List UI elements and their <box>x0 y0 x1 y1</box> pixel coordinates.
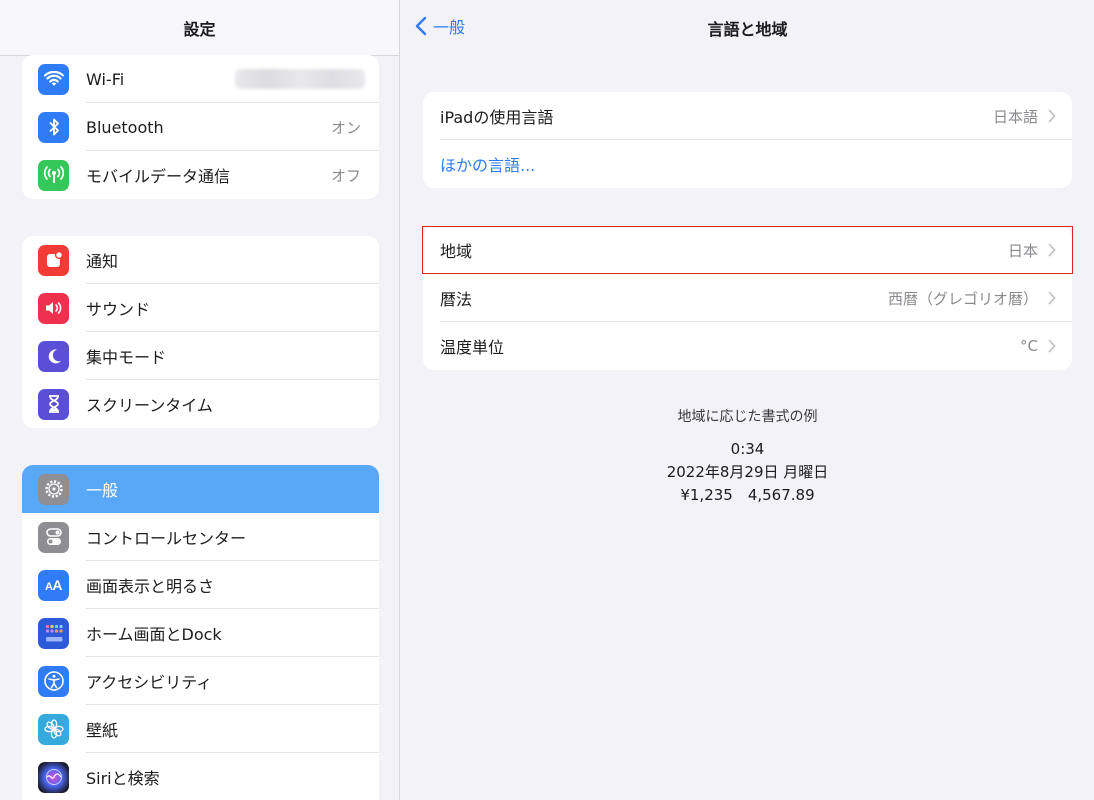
calendar-row[interactable]: 暦法 西暦（グレゴリオ暦） <box>423 274 1072 322</box>
flower-icon <box>38 713 69 745</box>
chevron-right-icon <box>1048 109 1056 123</box>
notification-icon <box>38 244 69 276</box>
row-label: 暦法 <box>440 290 473 309</box>
gear-icon <box>38 473 69 505</box>
toggles-icon <box>38 521 69 553</box>
sidebar-item-label: 通知 <box>86 252 119 271</box>
sidebar-item-accessibility[interactable]: アクセシビリティ <box>22 657 379 705</box>
sidebar-item-label: Wi-Fi <box>86 69 125 89</box>
chevron-left-icon <box>415 16 427 36</box>
back-button[interactable]: 一般 <box>415 14 465 38</box>
sidebar-item-label: 一般 <box>86 481 119 500</box>
navigation-bar: 一般 言語と地域 <box>401 0 1094 56</box>
text-size-icon: AA <box>38 569 69 601</box>
language-group: iPadの使用言語 日本語 ほかの言語... <box>423 92 1072 188</box>
sidebar-item-label: ホーム画面とDock <box>86 625 222 644</box>
sidebar-item-label: Bluetooth <box>86 117 164 137</box>
sidebar-item-notifications[interactable]: 通知 <box>22 236 379 284</box>
notifications-group: 通知 サウンド 集中モード スクリーンタイム <box>22 236 379 428</box>
connectivity-group: Wi-Fi Bluetooth オン モバイルデータ通信 オフ <box>22 55 379 199</box>
chevron-right-icon <box>1048 243 1056 257</box>
sidebar-item-label: スクリーンタイム <box>86 396 213 415</box>
region-group: 地域 日本 暦法 西暦（グレゴリオ暦） 温度単位 °C <box>422 226 1073 370</box>
siri-icon <box>38 761 69 793</box>
sidebar-item-wallpaper[interactable]: 壁紙 <box>22 705 379 753</box>
sidebar-item-label: 画面表示と明るさ <box>86 577 215 596</box>
sidebar-item-siri[interactable]: Siriと検索 <box>22 753 379 800</box>
cellular-icon <box>38 159 69 191</box>
sidebar-item-focus[interactable]: 集中モード <box>22 332 379 380</box>
sidebar-item-sounds[interactable]: サウンド <box>22 284 379 332</box>
bluetooth-status: オン <box>330 118 361 137</box>
chevron-right-icon <box>1048 339 1056 353</box>
example-date: 2022年8月29日 月曜日 <box>666 463 829 481</box>
row-label: 温度単位 <box>440 338 505 357</box>
general-group: 一般 コントロールセンター AA 画面表示と明るさ ホーム画面とDock アクセ… <box>22 465 379 800</box>
example-time: 0:34 <box>730 440 765 458</box>
sidebar-item-label: Siriと検索 <box>86 769 160 788</box>
row-value: °C <box>1020 337 1038 355</box>
row-label: iPadの使用言語 <box>440 108 554 127</box>
chevron-right-icon <box>1048 291 1056 305</box>
back-button-label: 一般 <box>433 18 466 37</box>
row-value: 西暦（グレゴリオ暦） <box>887 289 1038 308</box>
row-value: 日本語 <box>992 107 1038 126</box>
sidebar-item-label: コントロールセンター <box>86 529 247 548</box>
bluetooth-icon <box>38 111 69 143</box>
sidebar-item-bluetooth[interactable]: Bluetooth オン <box>22 103 379 151</box>
sidebar-item-home-screen[interactable]: ホーム画面とDock <box>22 609 379 657</box>
sidebar-item-label: 集中モード <box>86 348 167 367</box>
format-example-title: 地域に応じた書式の例 <box>677 409 818 425</box>
settings-sidebar: 設定 Wi-Fi Bluetooth オン モバイルデータ通信 オフ 通知 サウ… <box>0 0 400 800</box>
region-row[interactable]: 地域 日本 <box>422 226 1073 274</box>
example-numbers: ¥1,235 4,567.89 <box>680 486 815 504</box>
sidebar-item-label: アクセシビリティ <box>86 673 213 692</box>
sidebar-item-general[interactable]: 一般 <box>22 465 379 513</box>
sidebar-item-label: モバイルデータ通信 <box>86 167 231 186</box>
page-title: 言語と地域 <box>707 20 788 39</box>
sidebar-item-label: サウンド <box>86 300 151 319</box>
other-languages-link[interactable]: ほかの言語... <box>440 152 1072 176</box>
ipad-language-row[interactable]: iPadの使用言語 日本語 <box>423 92 1072 140</box>
sound-icon <box>38 292 69 324</box>
format-example: 地域に応じた書式の例 0:34 2022年8月29日 月曜日 ¥1,235 4,… <box>423 406 1072 507</box>
row-value: 日本 <box>1007 241 1038 260</box>
hourglass-icon <box>38 388 69 420</box>
sidebar-item-control-center[interactable]: コントロールセンター <box>22 513 379 561</box>
sidebar-item-display[interactable]: AA 画面表示と明るさ <box>22 561 379 609</box>
sidebar-item-wifi[interactable]: Wi-Fi <box>22 55 379 103</box>
cellular-status: オフ <box>330 166 361 185</box>
sidebar-title: 設定 <box>0 0 399 56</box>
home-grid-icon <box>38 617 69 649</box>
accessibility-icon <box>38 665 69 697</box>
language-region-pane: 一般 言語と地域 iPadの使用言語 日本語 ほかの言語... 地域 日本 暦法… <box>401 0 1094 800</box>
other-languages-row[interactable]: ほかの言語... <box>423 140 1072 188</box>
wifi-icon <box>38 63 69 95</box>
temperature-unit-row[interactable]: 温度単位 °C <box>423 322 1072 370</box>
wifi-network-name-redacted <box>235 69 365 89</box>
sidebar-item-cellular[interactable]: モバイルデータ通信 オフ <box>22 151 379 199</box>
row-label: 地域 <box>440 242 473 261</box>
sidebar-item-label: 壁紙 <box>86 721 119 740</box>
moon-icon <box>38 340 69 372</box>
sidebar-item-screen-time[interactable]: スクリーンタイム <box>22 380 379 428</box>
